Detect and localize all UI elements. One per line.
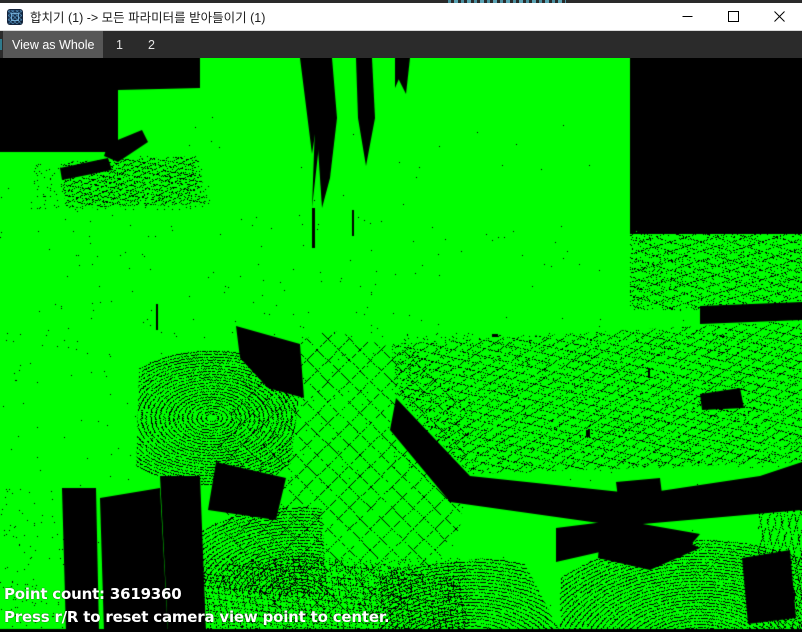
point-cloud-render[interactable]	[0, 58, 802, 632]
view-tab-bar: View as Whole 1 2	[0, 31, 802, 58]
tab-bar-left-edge	[0, 31, 3, 58]
point-cloud-app-icon	[7, 8, 23, 25]
minimize-button[interactable]	[664, 3, 710, 30]
point-cloud-viewport[interactable]	[0, 58, 802, 632]
close-button[interactable]	[756, 3, 802, 30]
window-title: 합치기 (1) -> 모든 파라미터를 받아들이기 (1)	[30, 11, 266, 25]
reset-camera-hint: Press r/R to reset camera view point to …	[4, 608, 390, 626]
title-bar[interactable]: 합치기 (1) -> 모든 파라미터를 받아들이기 (1)	[0, 3, 802, 31]
point-count-readout: Point count: 3619360	[4, 585, 182, 603]
application-window: 합치기 (1) -> 모든 파라미터를 받아들이기 (1) View as Wh…	[0, 0, 802, 632]
maximize-button[interactable]	[710, 3, 756, 30]
tab-cloud-2[interactable]: 2	[135, 31, 168, 58]
background-window-title-sliver	[448, 0, 566, 3]
background-window-sliver	[0, 0, 802, 3]
tab-view-as-whole[interactable]: View as Whole	[3, 31, 104, 58]
tab-cloud-1[interactable]: 1	[103, 31, 136, 58]
